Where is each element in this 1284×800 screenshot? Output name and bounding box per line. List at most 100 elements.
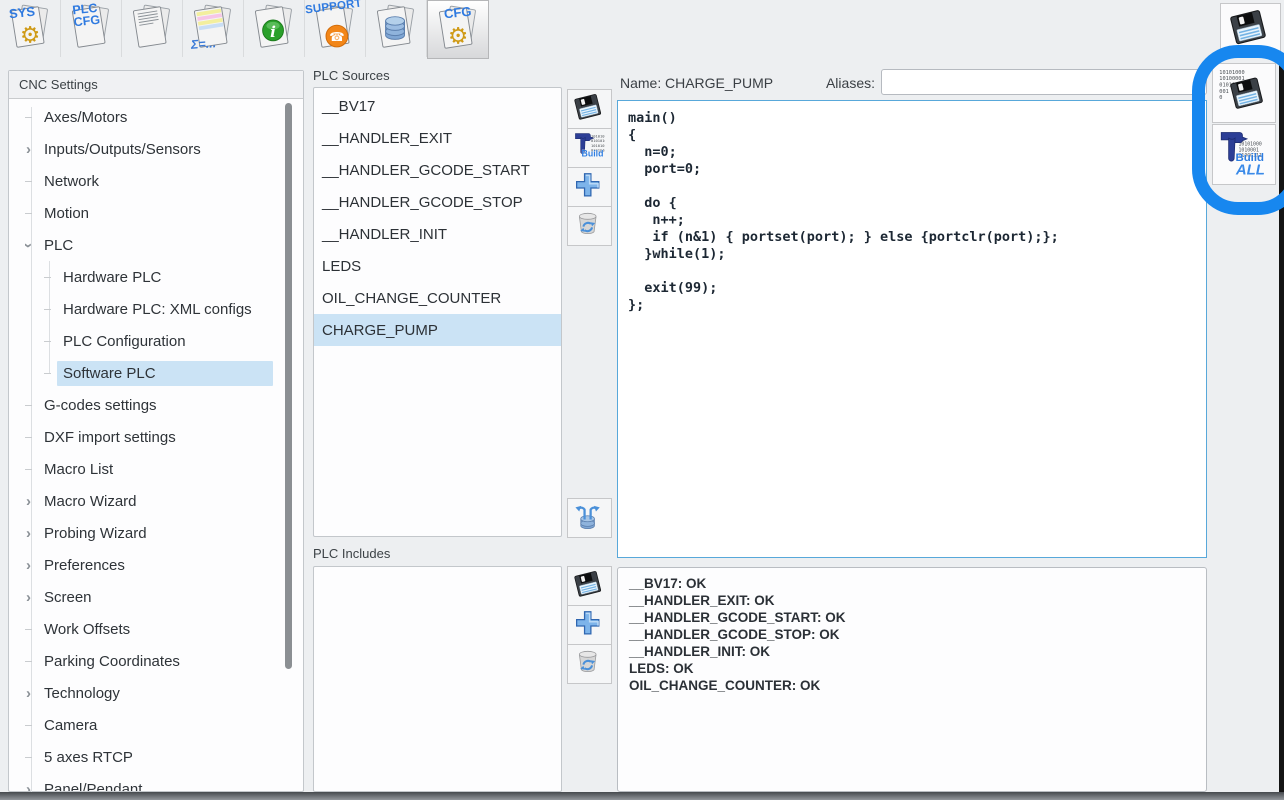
build-log-text: __BV17: OK __HANDLER_EXIT: OK __HANDLER_… xyxy=(629,575,1195,694)
toolbar-button-plc-cfg[interactable]: PLC CFG xyxy=(61,0,122,57)
support-phone-document-icon: ☎ xyxy=(307,2,363,55)
toolbar-button-macro[interactable]: Σ=... xyxy=(183,0,244,57)
floppy-save-icon xyxy=(571,568,609,604)
sidebar-item-label: Preferences xyxy=(38,553,273,578)
window-right-edge xyxy=(1279,58,1284,800)
sidebar-item-technology[interactable]: ›Technology xyxy=(9,677,303,709)
chevron-collapsed-icon[interactable]: › xyxy=(19,589,38,606)
chevron-collapsed-icon[interactable]: › xyxy=(19,685,38,702)
sidebar-item-camera[interactable]: Camera xyxy=(9,709,303,741)
chevron-collapsed-icon[interactable]: › xyxy=(19,141,38,158)
sidebar-item-parking-coordinates[interactable]: Parking Coordinates xyxy=(9,645,303,677)
chevron-collapsed-icon[interactable]: › xyxy=(19,493,38,510)
sidebar-item-probing-wizard[interactable]: ›Probing Wizard xyxy=(9,517,303,549)
name-label: Name: xyxy=(620,75,661,91)
toolbar-button-log[interactable] xyxy=(122,0,183,57)
include-save-button[interactable] xyxy=(567,566,612,606)
macro-sum-document-icon xyxy=(185,2,241,55)
sidebar-item-preferences[interactable]: ›Preferences xyxy=(9,549,303,581)
sidebar-item-plc[interactable]: ›PLC xyxy=(9,229,303,261)
save-binary-button[interactable]: 10101000101000010101100010 xyxy=(1212,63,1276,123)
tree-branch-tick xyxy=(38,309,57,310)
sidebar-item-inputs-outputs-sensors[interactable]: ›Inputs/Outputs/Sensors xyxy=(9,133,303,165)
settings-tree: Axes/Motors›Inputs/Outputs/SensorsNetwor… xyxy=(9,101,303,791)
application-window: ⚙ SYS PLC CFG Σ=... i ☎ SUPPORT xyxy=(0,0,1284,800)
source-add-button[interactable] xyxy=(567,167,612,207)
tree-branch-tick xyxy=(19,661,38,662)
sidebar-item-label: Macro List xyxy=(38,457,273,482)
build-all-button[interactable]: 10101000101000101000111 Build ALL xyxy=(1212,124,1276,185)
plc-source-handler-exit[interactable]: __HANDLER_EXIT xyxy=(314,122,561,154)
sidebar-item-motion[interactable]: Motion xyxy=(9,197,303,229)
cfg-document-gear-icon: ⚙ xyxy=(430,3,486,56)
sidebar-item-macro-wizard[interactable]: ›Macro Wizard xyxy=(9,485,303,517)
sidebar-item-software-plc[interactable]: Software PLC xyxy=(9,357,303,389)
tree-branch-tick xyxy=(19,437,38,438)
include-delete-button[interactable] xyxy=(567,644,612,684)
plc-code-editor[interactable]: main() { n=0; port=0; do { n++; if (n&1)… xyxy=(617,100,1207,558)
chevron-collapsed-icon[interactable]: › xyxy=(19,557,38,574)
tree-branch-tick xyxy=(19,757,38,758)
plc-source-oil-change-counter[interactable]: OIL_CHANGE_COUNTER xyxy=(314,282,561,314)
sidebar-item-label: PLC xyxy=(38,233,273,258)
tree-branch-tick xyxy=(19,117,38,118)
plc-sources-title: PLC Sources xyxy=(313,68,390,83)
trash-icon xyxy=(571,646,609,682)
plc-source-handler-gcode-stop[interactable]: __HANDLER_GCODE_STOP xyxy=(314,186,561,218)
source-build-button[interactable]: 1010101010101010101010101010 Build xyxy=(567,128,612,168)
plc-source-charge-pump[interactable]: CHARGE_PUMP xyxy=(314,314,561,346)
toolbar-button-info[interactable]: i xyxy=(244,0,305,57)
sidebar-item-hardware-plc[interactable]: Hardware PLC xyxy=(9,261,303,293)
plc-source-handler-init[interactable]: __HANDLER_INIT xyxy=(314,218,561,250)
chevron-collapsed-icon[interactable]: › xyxy=(19,525,38,542)
toolbar-button-database[interactable] xyxy=(366,0,427,57)
toolbar-button-cfg[interactable]: ⚙ CFG xyxy=(427,0,489,59)
sidebar-item-label: Work Offsets xyxy=(38,617,273,642)
sidebar-item-network[interactable]: Network xyxy=(9,165,303,197)
chevron-expanded-icon[interactable]: › xyxy=(20,236,37,255)
sidebar-item-screen[interactable]: ›Screen xyxy=(9,581,303,613)
build-log: __BV17: OK __HANDLER_EXIT: OK __HANDLER_… xyxy=(617,567,1207,792)
tree-branch-tick xyxy=(38,277,57,278)
build-hammer-icon: 1010101010101010101010101010 Build xyxy=(570,129,610,167)
svg-text:⚙: ⚙ xyxy=(20,23,40,49)
save-all-button[interactable] xyxy=(1220,3,1281,57)
source-delete-button[interactable] xyxy=(567,206,612,246)
sidebar-item-macro-list[interactable]: Macro List xyxy=(9,453,303,485)
sidebar-scrollbar[interactable] xyxy=(285,103,292,669)
include-add-button[interactable] xyxy=(567,605,612,645)
svg-text:⚙: ⚙ xyxy=(448,24,468,50)
tree-branch-tick xyxy=(19,213,38,214)
toolbar-button-support[interactable]: ☎ SUPPORT xyxy=(305,0,366,57)
toolbar-button-sys[interactable]: ⚙ SYS xyxy=(0,0,61,57)
floppy-binary-save-icon: 10101000101000010101100010 xyxy=(1214,65,1274,121)
sidebar-item-label: 5 axes RTCP xyxy=(38,745,273,770)
sidebar-item-axes-motors[interactable]: Axes/Motors xyxy=(9,101,303,133)
aliases-input[interactable] xyxy=(881,69,1207,95)
tree-branch-tick xyxy=(19,469,38,470)
tree-branch-tick xyxy=(19,629,38,630)
sidebar-item-5-axes-rtcp[interactable]: 5 axes RTCP xyxy=(9,741,303,773)
plc-source-handler-gcode-start[interactable]: __HANDLER_GCODE_START xyxy=(314,154,561,186)
plc-source-leds[interactable]: LEDS xyxy=(314,250,561,282)
source-save-button[interactable] xyxy=(567,89,612,129)
trash-icon xyxy=(571,208,609,244)
chevron-collapsed-icon[interactable]: › xyxy=(19,781,38,792)
plc-code-text: main() { n=0; port=0; do { n++; if (n&1)… xyxy=(628,110,1198,314)
sidebar-item-plc-configuration[interactable]: PLC Configuration xyxy=(9,325,303,357)
plc-source-bv17[interactable]: __BV17 xyxy=(314,90,561,122)
plc-sources-list: __BV17__HANDLER_EXIT__HANDLER_GCODE_STAR… xyxy=(313,87,562,537)
sidebar-item-label: Hardware PLC: XML configs xyxy=(57,297,273,322)
sidebar-item-panel-pendant[interactable]: ›Panel/Pendant xyxy=(9,773,303,791)
sidebar-item-label: Software PLC xyxy=(57,361,273,386)
sidebar-item-work-offsets[interactable]: Work Offsets xyxy=(9,613,303,645)
floppy-save-icon xyxy=(571,91,609,127)
source-export-button[interactable] xyxy=(567,498,612,538)
sidebar-item-label: PLC Configuration xyxy=(57,329,273,354)
svg-text:☎: ☎ xyxy=(329,30,344,44)
svg-text:Build: Build xyxy=(581,149,603,159)
plus-icon xyxy=(571,169,609,205)
sidebar-item-dxf-import-settings[interactable]: DXF import settings xyxy=(9,421,303,453)
sidebar-item-hardware-plc-xml-configs[interactable]: Hardware PLC: XML configs xyxy=(9,293,303,325)
sidebar-item-g-codes-settings[interactable]: G-codes settings xyxy=(9,389,303,421)
